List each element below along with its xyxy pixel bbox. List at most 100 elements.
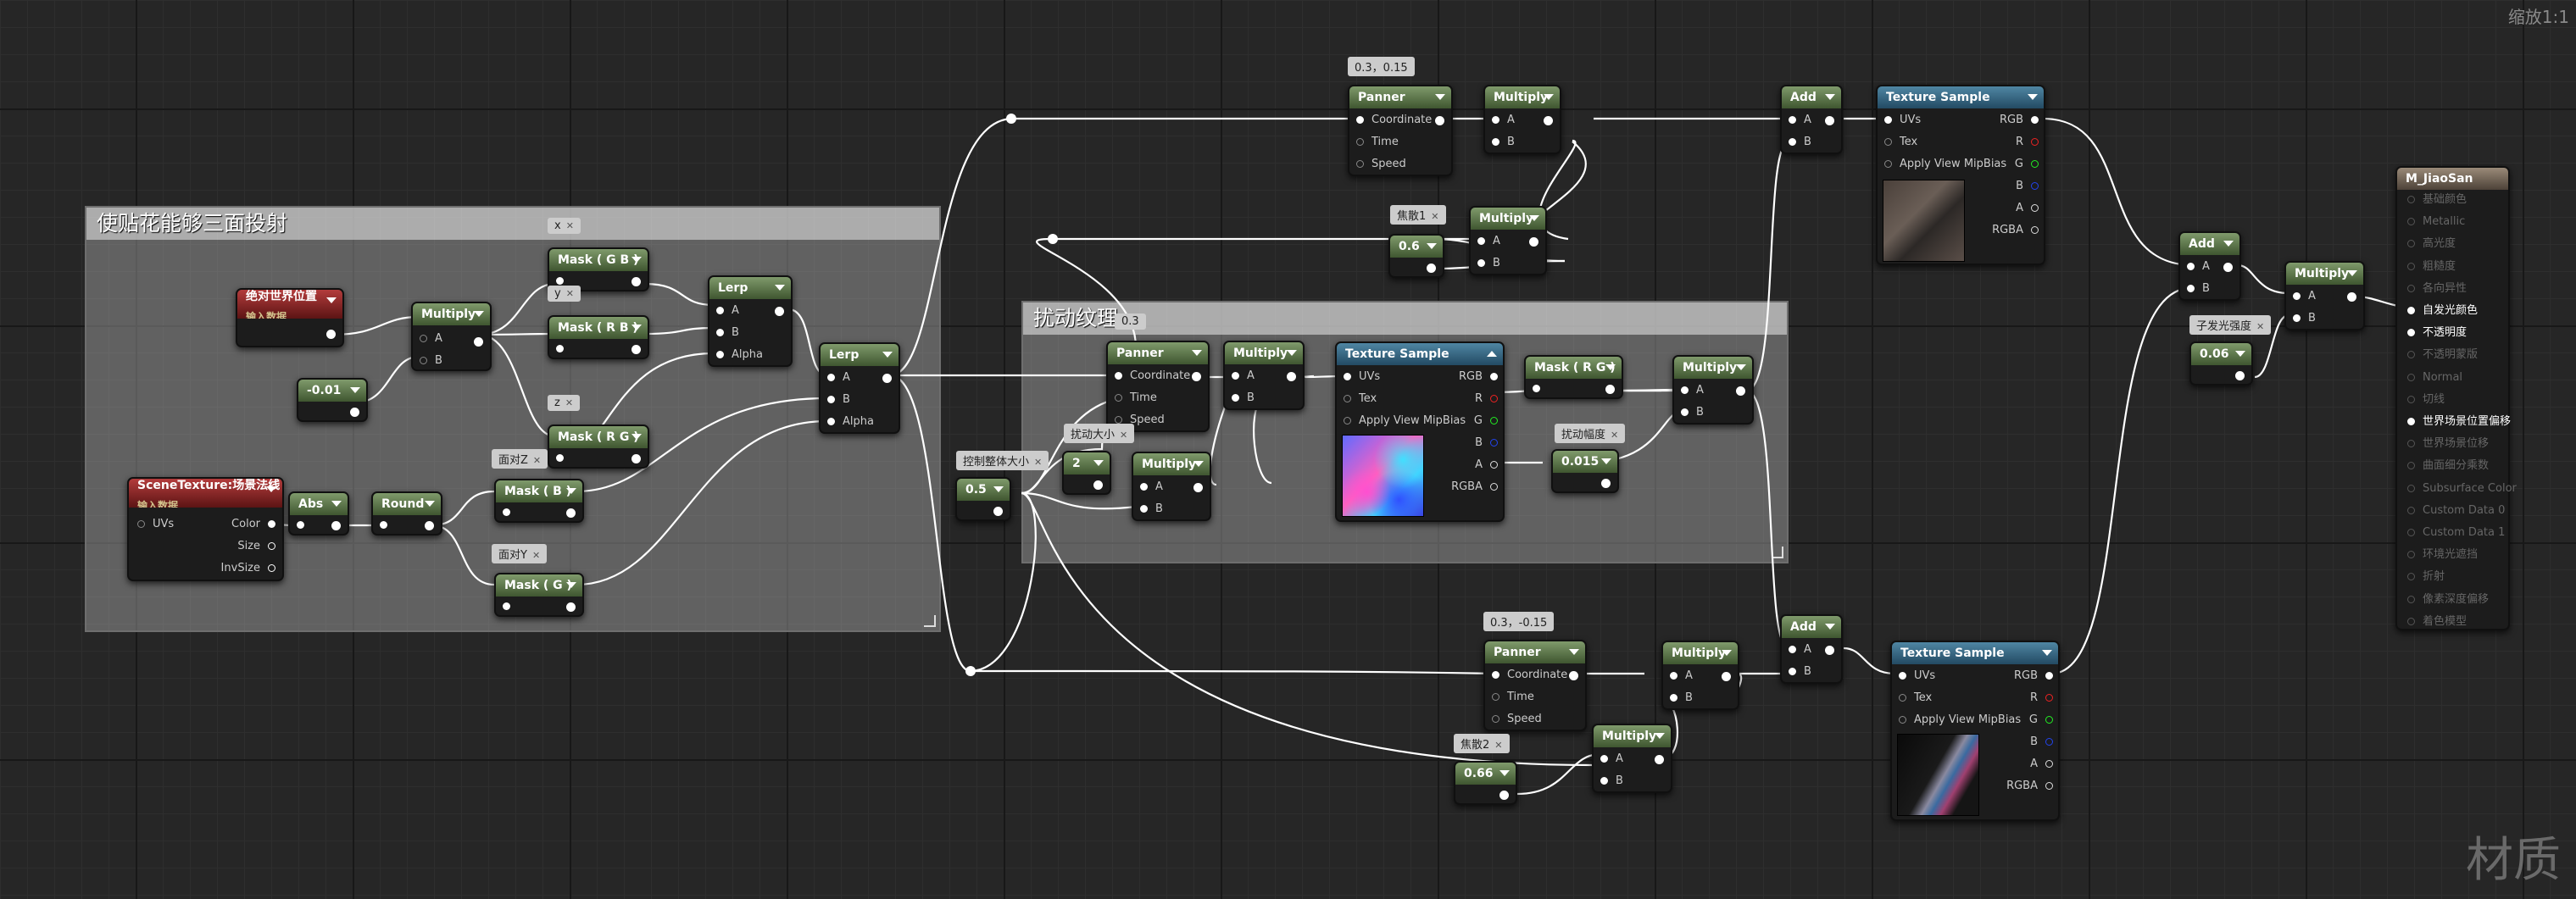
node-multiply-mid[interactable]: Multiply A B	[1223, 341, 1305, 410]
result-pin[interactable]: 高光度	[2407, 237, 2456, 251]
collapse-arrow-icon[interactable]	[1569, 649, 1579, 655]
collapse-arrow-icon[interactable]	[631, 434, 642, 440]
output-pin[interactable]	[631, 345, 641, 354]
collapse-arrow-icon[interactable]	[474, 311, 484, 317]
pin-a[interactable]: A	[1140, 480, 1163, 494]
node-add-bottom[interactable]: Add A B	[1780, 614, 1843, 684]
collapse-arrow-icon[interactable]	[1544, 94, 1554, 100]
pin-tex[interactable]: Tex	[1884, 136, 1917, 149]
output-pin[interactable]	[474, 337, 483, 347]
collapse-arrow-icon[interactable]	[1192, 350, 1202, 356]
input-pin[interactable]	[503, 508, 510, 516]
pin-speed[interactable]: Speed	[1356, 158, 1406, 171]
pin-b[interactable]: B	[1232, 391, 1255, 405]
output-pin[interactable]	[1825, 646, 1834, 655]
pin-b[interactable]: B	[827, 393, 850, 407]
node-texture-sample-bottom[interactable]: Texture Sample UVs Tex Apply View MipBia…	[1890, 641, 2060, 821]
node-panner-mid[interactable]: Panner Coordinate Time Speed	[1106, 341, 1210, 432]
label-x[interactable]: x ✕	[548, 218, 581, 234]
pin-alpha[interactable]: Alpha	[716, 348, 763, 362]
output-pin[interactable]	[2347, 292, 2356, 302]
collapse-arrow-icon[interactable]	[266, 486, 276, 492]
label-z[interactable]: z ✕	[548, 395, 581, 411]
pin-time[interactable]: Time	[1492, 691, 1534, 704]
result-pin[interactable]: 曲面细分乘数	[2407, 459, 2489, 473]
pin-uvs[interactable]: UVs	[1884, 114, 1921, 127]
node-constant-distortion-amount[interactable]: 0.015	[1551, 449, 1619, 493]
close-icon[interactable]: ✕	[1431, 211, 1438, 222]
pin-coordinate[interactable]: Coordinate	[1115, 369, 1190, 383]
collapse-arrow-icon[interactable]	[1529, 215, 1539, 221]
pin-b[interactable]: B	[1600, 774, 1623, 788]
collapse-arrow-icon[interactable]	[1499, 770, 1510, 776]
close-icon[interactable]: ✕	[533, 455, 541, 466]
pin-a[interactable]: A	[1681, 384, 1704, 397]
result-pin[interactable]: 各向异性	[2407, 282, 2467, 296]
input-pin[interactable]	[1533, 385, 1540, 392]
node-scene-texture[interactable]: SceneTexture:场景法线 输入数据 UVs Color Size In…	[127, 477, 284, 581]
output-pin[interactable]	[2223, 263, 2233, 272]
collapse-arrow-icon[interactable]	[2042, 650, 2052, 656]
node-add-top[interactable]: Add A B	[1780, 85, 1843, 154]
output-pin[interactable]	[326, 330, 336, 339]
pin-a[interactable]: A	[716, 304, 739, 318]
collapse-arrow-icon[interactable]	[326, 297, 337, 303]
result-pin[interactable]: 世界场景位置偏移	[2407, 415, 2511, 429]
pin-tex[interactable]: Tex	[1344, 392, 1377, 406]
output-pin[interactable]	[775, 307, 784, 316]
reroute-node[interactable]	[965, 666, 976, 676]
pin-a[interactable]: A	[1600, 752, 1623, 766]
label-scale2[interactable]: 焦散2 ✕	[1454, 734, 1510, 753]
node-abs[interactable]: Abs	[288, 491, 349, 536]
pin-b[interactable]: B	[1670, 691, 1693, 705]
result-pin[interactable]: 折射	[2407, 570, 2445, 584]
output-pin[interactable]	[1605, 385, 1615, 394]
node-constant-emissive-strength[interactable]: 0.06	[2189, 341, 2253, 386]
pin-coordinate[interactable]: Coordinate	[1492, 669, 1567, 682]
label-distortion-amount[interactable]: 扰动幅度 ✕	[1555, 424, 1626, 443]
pin-a[interactable]: A	[827, 371, 850, 385]
pin-a[interactable]: A	[2293, 290, 2316, 303]
result-pin[interactable]: 自发光颜色	[2407, 304, 2478, 318]
collapse-arrow-icon[interactable]	[2223, 241, 2234, 247]
node-multiply-top[interactable]: Multiply A B	[1483, 85, 1561, 154]
node-mask-rb[interactable]: Mask ( R B )	[548, 315, 649, 359]
output-pin[interactable]	[1435, 116, 1444, 125]
pin-b[interactable]: B	[1477, 257, 1500, 270]
output-pin[interactable]	[882, 374, 892, 383]
close-icon[interactable]: ✕	[565, 397, 573, 408]
pin-r[interactable]: R	[2016, 136, 2039, 149]
node-multiply-scale1[interactable]: Multiply A B	[1469, 206, 1547, 275]
node-absolute-world-position[interactable]: 绝对世界位置 输入数据	[236, 288, 344, 347]
collapse-arrow-icon[interactable]	[425, 501, 435, 507]
pin-apply-mip[interactable]: Apply View MipBias	[1344, 414, 1466, 428]
output-pin[interactable]	[1544, 116, 1553, 125]
pin-b[interactable]: B	[2187, 282, 2210, 296]
result-pin[interactable]: 不透明蒙版	[2407, 348, 2478, 362]
result-pin[interactable]: Custom Data 1	[2407, 526, 2505, 540]
pin-a[interactable]: A	[1477, 235, 1500, 248]
output-pin[interactable]	[566, 508, 576, 518]
pin-apply-mip[interactable]: Apply View MipBias	[1884, 158, 2006, 171]
output-pin[interactable]	[1569, 671, 1578, 680]
result-pin[interactable]: 切线	[2407, 393, 2445, 407]
pin-a[interactable]: A	[1789, 114, 1811, 127]
collapse-arrow-icon[interactable]	[1093, 460, 1104, 466]
pin-uvs[interactable]: UVs	[137, 518, 174, 531]
collapse-arrow-icon[interactable]	[566, 582, 576, 588]
pin-g[interactable]: G	[1474, 414, 1498, 428]
label-speed-bottom[interactable]: 0.3，-0.15	[1483, 612, 1555, 631]
pin-r[interactable]: R	[1475, 392, 1498, 406]
label-face-y[interactable]: 面对Y ✕	[492, 544, 548, 563]
output-pin[interactable]	[1192, 372, 1201, 381]
pin-color[interactable]: Color	[231, 518, 275, 531]
node-mask-b[interactable]: Mask ( B )	[494, 479, 584, 523]
node-multiply-size[interactable]: Multiply A B	[1132, 452, 1211, 521]
pin-alpha[interactable]: Alpha	[827, 415, 874, 429]
result-pin[interactable]: 着色模型	[2407, 615, 2467, 629]
label-speed-mid[interactable]: 0.3	[1115, 314, 1146, 330]
pin-b[interactable]: B	[1681, 406, 1704, 419]
collapse-arrow-icon[interactable]	[331, 501, 342, 507]
node-add-final[interactable]: Add A B	[2178, 231, 2241, 301]
node-constant-scale2[interactable]: 0.66	[1454, 761, 1517, 805]
